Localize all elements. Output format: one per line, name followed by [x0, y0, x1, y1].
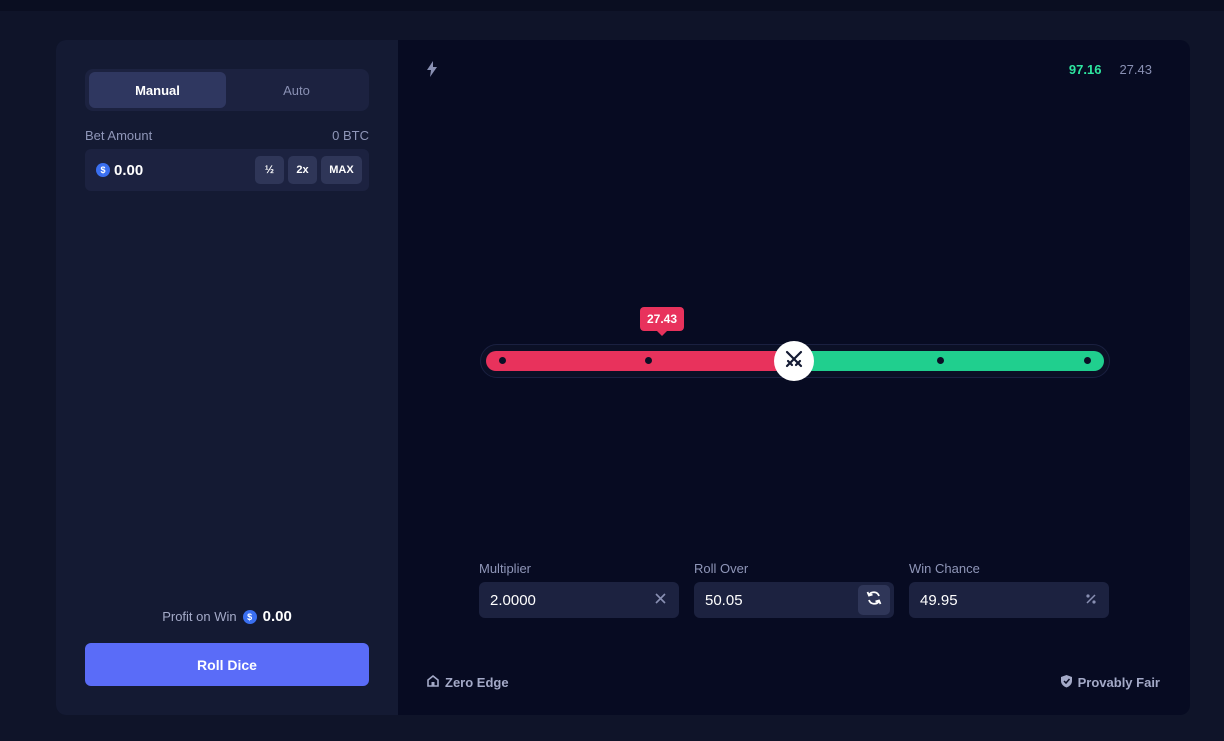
- win-chance-value: 49.95: [920, 591, 958, 609]
- dollar-coin-icon: $: [242, 609, 257, 624]
- max-bet-button[interactable]: MAX: [321, 156, 362, 184]
- bet-amount-display[interactable]: $ 0.00: [96, 149, 143, 191]
- multiplier-value: 2.0000: [490, 591, 536, 609]
- bet-btc-value: 0 BTC: [332, 128, 369, 143]
- multiplier-input[interactable]: 2.0000: [479, 582, 679, 618]
- swap-roll-direction-button[interactable]: [858, 585, 890, 615]
- roll-dice-button[interactable]: Roll Dice: [85, 643, 369, 686]
- swords-icon: [785, 350, 803, 373]
- slider-tick-dot: [499, 357, 506, 364]
- roll-over-input[interactable]: 50.05: [694, 582, 894, 618]
- slider-tick-dot: [1084, 357, 1091, 364]
- slider-tick-dot: [645, 357, 652, 364]
- zero-edge-link[interactable]: Zero Edge: [426, 674, 509, 691]
- auto-tab[interactable]: Auto: [228, 72, 365, 108]
- win-chance-input[interactable]: 49.95: [909, 582, 1109, 618]
- refresh-icon: [866, 590, 882, 610]
- bet-amount-input[interactable]: $ 0.00 ½ 2x MAX: [85, 149, 369, 191]
- zero-edge-label: Zero Edge: [445, 675, 509, 690]
- manual-tab[interactable]: Manual: [89, 72, 226, 108]
- profit-on-win: Profit on Win $ 0.00: [85, 608, 369, 625]
- dice-game-container: Manual Auto Bet Amount 0 BTC $ 0.00 ½ 2x…: [56, 40, 1190, 715]
- recent-results: 97.16 27.43: [1069, 62, 1152, 77]
- slider-tick-dot: [937, 357, 944, 364]
- bet-amount-label-row: Bet Amount 0 BTC: [85, 128, 369, 143]
- mode-toggle: Manual Auto: [85, 69, 369, 111]
- bet-amount-label: Bet Amount: [85, 128, 153, 143]
- shield-check-icon: [1060, 674, 1073, 691]
- lightning-icon[interactable]: [426, 61, 438, 82]
- roll-over-label: Roll Over: [694, 561, 749, 576]
- recent-result-loss[interactable]: 27.43: [1119, 62, 1152, 77]
- dollar-coin-icon: $: [96, 163, 110, 177]
- double-bet-button[interactable]: 2x: [288, 156, 317, 184]
- multiplier-label: Multiplier: [479, 561, 532, 576]
- house-icon: [426, 674, 440, 691]
- slider-loss-range[interactable]: [486, 351, 796, 371]
- half-bet-button[interactable]: ½: [255, 156, 284, 184]
- roll-over-value: 50.05: [705, 591, 743, 609]
- provably-fair-label: Provably Fair: [1077, 675, 1160, 690]
- provably-fair-link[interactable]: Provably Fair: [1060, 674, 1160, 691]
- top-bar: [0, 0, 1224, 11]
- bet-panel: Manual Auto Bet Amount 0 BTC $ 0.00 ½ 2x…: [56, 40, 398, 715]
- win-chance-label: Win Chance: [909, 561, 980, 576]
- profit-label: Profit on Win: [162, 609, 237, 624]
- game-area: 97.16 27.43 27.43 Multiplier 2.0000 Roll…: [398, 40, 1190, 715]
- slider-win-range[interactable]: [794, 351, 1104, 371]
- result-tag: 27.43: [640, 307, 684, 336]
- multiply-x-icon: [654, 592, 667, 609]
- profit-value: 0.00: [262, 608, 292, 625]
- recent-result-win[interactable]: 97.16: [1069, 62, 1102, 77]
- bet-amount-value: 0.00: [114, 161, 144, 179]
- percent-icon: [1085, 592, 1097, 609]
- slider-handle[interactable]: [774, 341, 814, 381]
